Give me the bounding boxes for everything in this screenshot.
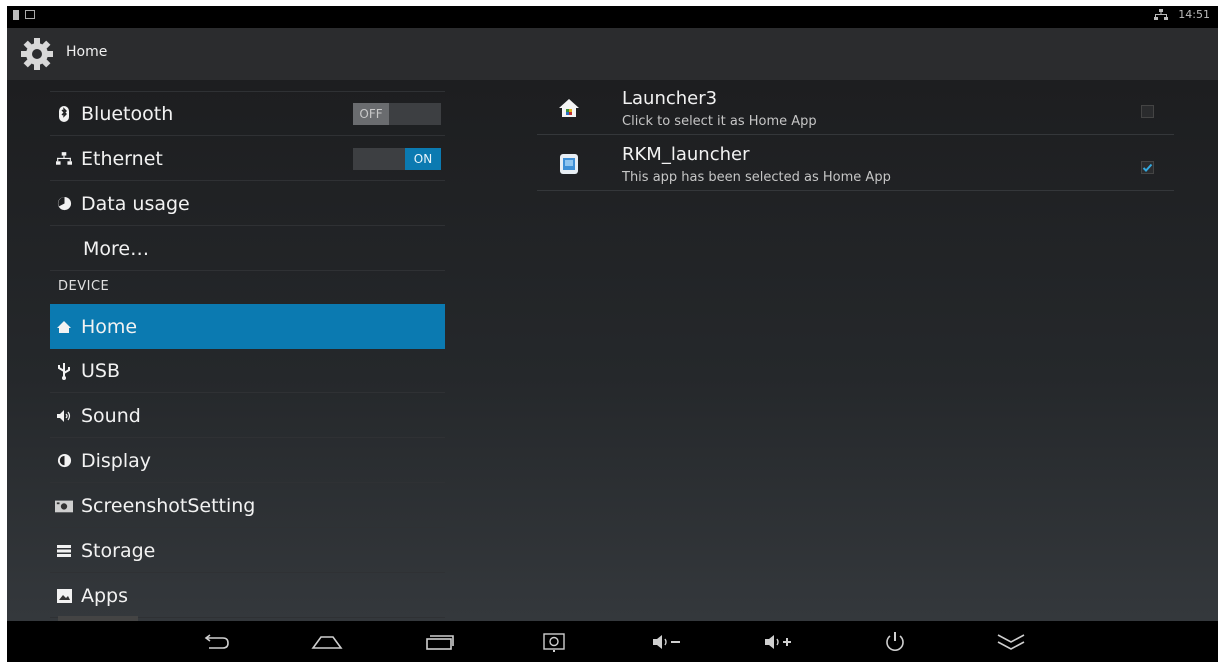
- usb-icon: [55, 362, 73, 380]
- sd-card-icon: [13, 10, 19, 20]
- sidebar-item-display[interactable]: Display: [50, 439, 445, 483]
- app-name: Launcher3: [622, 88, 718, 109]
- sidebar-item-label: Ethernet: [81, 147, 163, 170]
- recents-icon[interactable]: [420, 629, 460, 655]
- section-header-device: DEVICE: [58, 279, 110, 294]
- sidebar-item-ethernet[interactable]: Ethernet ON: [50, 137, 445, 181]
- sound-icon: [55, 407, 73, 425]
- sidebar-item-label: Data usage: [81, 192, 190, 215]
- select-checkbox[interactable]: [1141, 161, 1154, 174]
- status-bar: 14:51: [7, 6, 1218, 28]
- sidebar-item-storage[interactable]: Storage: [50, 529, 445, 573]
- navigation-bar: [7, 621, 1218, 662]
- page-title: Home: [66, 44, 108, 60]
- home-app-row-rkm-launcher[interactable]: RKM_launcher This app has been selected …: [537, 136, 1174, 191]
- app-subtitle: Click to select it as Home App: [622, 114, 817, 129]
- sidebar-item-label: Bluetooth: [81, 102, 174, 125]
- home-icon: [55, 318, 73, 336]
- toggle-label: OFF: [353, 103, 389, 125]
- collapse-icon[interactable]: [991, 629, 1031, 655]
- sidebar-item-data-usage[interactable]: Data usage: [50, 182, 445, 226]
- toggle-label: ON: [405, 148, 441, 170]
- sidebar-item-sound[interactable]: Sound: [50, 394, 445, 438]
- sidebar-item-label: Storage: [81, 539, 156, 562]
- display-icon: [55, 452, 73, 470]
- ethernet-toggle[interactable]: ON: [353, 148, 441, 170]
- sidebar-item-label: Display: [81, 449, 152, 472]
- launcher3-icon: [557, 96, 581, 120]
- bluetooth-icon: [55, 105, 73, 123]
- sidebar-item-usb[interactable]: USB: [50, 349, 445, 393]
- settings-sidebar: Bluetooth OFF Ethernet ON Data usage Mor…: [50, 80, 445, 621]
- power-icon[interactable]: [875, 629, 915, 655]
- screenshot-icon[interactable]: [534, 629, 574, 655]
- ethernet-icon: [1154, 8, 1169, 21]
- camera-icon: [55, 497, 73, 515]
- sidebar-item-label: ScreenshotSetting: [81, 494, 256, 517]
- data-usage-icon: [55, 195, 73, 213]
- settings-gear-icon[interactable]: [19, 36, 55, 72]
- ethernet-icon: [55, 150, 73, 168]
- back-icon[interactable]: [196, 629, 236, 655]
- sidebar-item-home[interactable]: Home: [50, 304, 445, 349]
- bluetooth-toggle[interactable]: OFF: [353, 103, 441, 125]
- sidebar-item-label: More…: [83, 237, 150, 260]
- volume-down-icon[interactable]: [647, 629, 687, 655]
- app-name: RKM_launcher: [622, 144, 750, 165]
- sidebar-item-bluetooth[interactable]: Bluetooth OFF: [50, 92, 445, 136]
- sidebar-item-more[interactable]: More…: [50, 227, 445, 271]
- select-checkbox[interactable]: [1141, 105, 1154, 118]
- sidebar-item-screenshotsetting[interactable]: ScreenshotSetting: [50, 484, 445, 528]
- volume-up-icon[interactable]: [759, 629, 799, 655]
- clock: 14:51: [1178, 8, 1210, 21]
- home-icon[interactable]: [307, 629, 347, 655]
- sidebar-item-label: Sound: [81, 404, 141, 427]
- storage-icon: [55, 542, 73, 560]
- home-app-list: Launcher3 Click to select it as Home App…: [537, 80, 1177, 621]
- home-app-row-launcher3[interactable]: Launcher3 Click to select it as Home App: [537, 80, 1174, 135]
- content-area: Bluetooth OFF Ethernet ON Data usage Mor…: [7, 80, 1218, 621]
- sidebar-item-apps[interactable]: Apps: [50, 574, 445, 618]
- android-screen: 14:51 Home Bluetooth OFF Ethernet ON Dat…: [7, 6, 1218, 662]
- screen-icon: [25, 10, 35, 19]
- sidebar-item-label: Home: [81, 315, 138, 338]
- app-subtitle: This app has been selected as Home App: [622, 170, 891, 185]
- sidebar-item-label: Apps: [81, 584, 129, 607]
- rkm-launcher-icon: [557, 152, 581, 176]
- sidebar-item-label: USB: [81, 359, 121, 382]
- apps-icon: [55, 587, 73, 605]
- action-bar: Home: [7, 28, 1218, 80]
